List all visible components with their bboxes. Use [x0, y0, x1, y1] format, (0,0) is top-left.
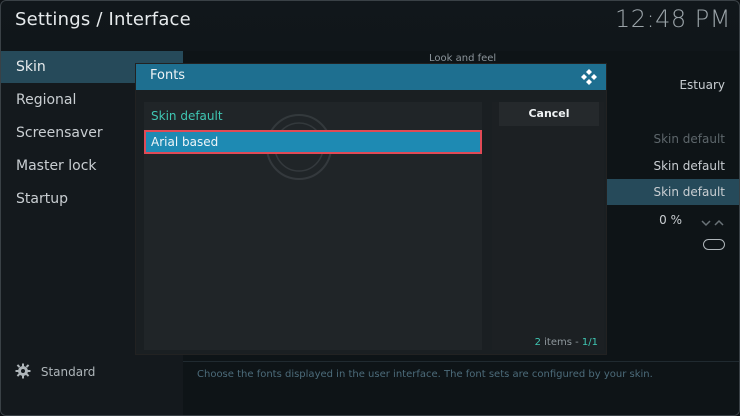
zoom-spinner[interactable] [701, 213, 725, 232]
colours-value[interactable]: Skin default [653, 159, 725, 173]
page-indicator: 1/1 [581, 337, 598, 348]
clock: 12:48 PM [615, 5, 731, 33]
chevron-up-icon [714, 219, 724, 226]
dialog-side-panel [492, 102, 604, 350]
section-header: Look and feel [429, 53, 497, 64]
items-count: 2 items - 1/1 [535, 337, 598, 348]
chevron-down-icon [701, 220, 711, 227]
gear-icon [15, 363, 31, 382]
items-count-suffix: items - [544, 337, 582, 348]
app-window: Settings / Interface 12:48 PM Skin Regio… [0, 0, 740, 416]
page-title: Settings / Interface [15, 9, 191, 30]
settings-level-button[interactable]: Standard [15, 363, 95, 382]
zoom-value[interactable]: 0 % [659, 213, 682, 227]
dialog-title: Fonts [150, 68, 186, 83]
options-list: Skin default Arial based [144, 102, 482, 350]
setting-description: Choose the fonts displayed in the user i… [197, 369, 653, 380]
divider [183, 361, 739, 362]
fonts-dialog: Fonts Skin default Arial based Cancel 2 … [136, 64, 606, 354]
toggle-switch[interactable] [703, 239, 725, 250]
items-count-number: 2 [534, 337, 541, 348]
kodi-logo-icon [580, 68, 598, 90]
cancel-button[interactable]: Cancel [499, 102, 599, 126]
dialog-header: Fonts [136, 64, 606, 90]
option-arial-based[interactable]: Arial based [144, 130, 482, 154]
theme-value[interactable]: Skin default [653, 132, 725, 146]
skin-value[interactable]: Estuary [679, 78, 725, 92]
fonts-value[interactable]: Skin default [653, 185, 725, 199]
option-skin-default[interactable]: Skin default [144, 104, 482, 128]
settings-level-label: Standard [40, 365, 96, 379]
